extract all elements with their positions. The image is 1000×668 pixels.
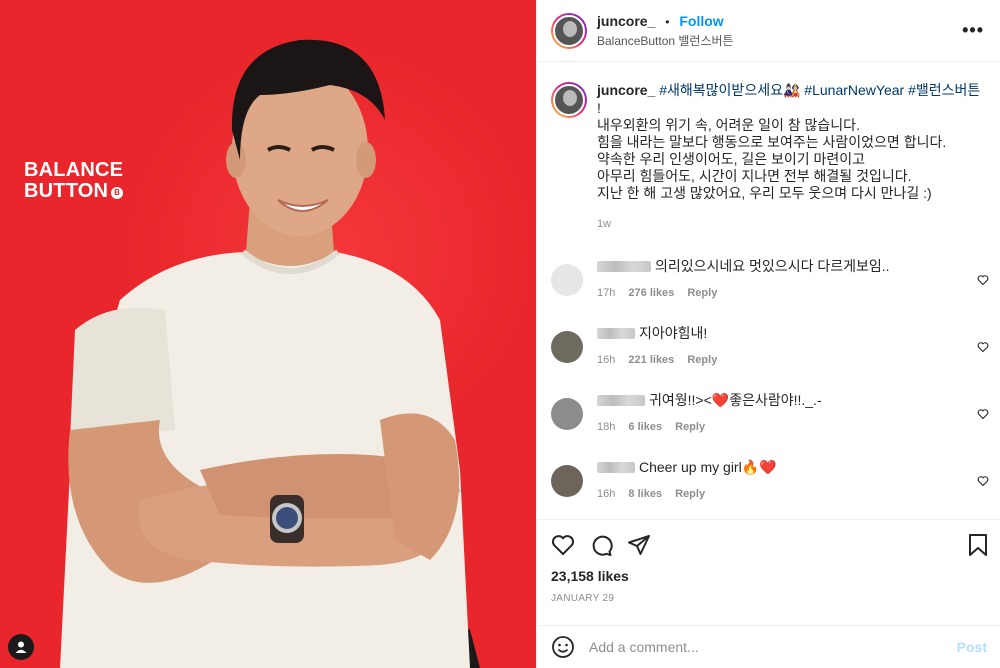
commenter-username[interactable]	[597, 394, 645, 406]
commenter-avatar[interactable]	[551, 331, 583, 363]
caption-line: 힘을 내라는 말보다 행동으로 보여주는 사람이었으면 합니다.	[597, 134, 947, 150]
like-heart-icon[interactable]	[551, 533, 575, 557]
heart-icon[interactable]	[977, 274, 989, 286]
more-icon: •••	[962, 20, 984, 40]
commenter-avatar[interactable]	[551, 398, 583, 430]
author-username[interactable]: juncore_	[597, 13, 655, 29]
commenter-username[interactable]	[597, 461, 635, 473]
add-comment-bar: Post	[537, 625, 1000, 668]
commenter-username[interactable]	[597, 260, 651, 272]
ear-left	[226, 142, 246, 178]
comment-item: 의리있으시네요 멋있으시다 다르게보임.. 17h 276 likes Repl…	[537, 244, 1000, 311]
comments-list: 의리있으시네요 멋있으시다 다르게보임.. 17h 276 likes Repl…	[537, 244, 1000, 512]
caption-line: 지난 한 해 고생 많았어요, 우리 모두 웃으며 다시 만나길 :)	[597, 185, 932, 201]
reply-button[interactable]: Reply	[675, 488, 705, 500]
person-illustration	[60, 39, 480, 668]
comment-text: 의리있으시네요 멋있으시다 다르게보임..	[655, 258, 890, 274]
share-paper-plane-icon[interactable]	[627, 533, 651, 557]
heart-icon[interactable]	[977, 341, 989, 353]
post-comment-button[interactable]: Post	[957, 639, 987, 655]
caption-emoji: 🎎	[782, 83, 801, 99]
heart-icon[interactable]	[977, 475, 989, 487]
heart-icon[interactable]	[977, 408, 989, 420]
caption-username[interactable]: juncore_	[597, 82, 655, 98]
commenter-avatar[interactable]	[551, 465, 583, 497]
watch-face	[276, 507, 298, 529]
post-caption: juncore_ #새해복많이받으세요🎎 #LunarNewYear #밸런스버…	[537, 62, 1000, 242]
user-icon	[15, 641, 27, 653]
post-dialog: BALANCE BUTTON B juncore_ • Follow Balan…	[0, 0, 1000, 668]
likes-count[interactable]: 23,158 likes	[551, 568, 989, 584]
comment-likes[interactable]: 6 likes	[628, 421, 662, 433]
post-date: JANUARY 29	[551, 593, 615, 604]
comment-item: Cheer up my girl🔥❤️ 16h 8 likes Reply	[537, 445, 1000, 512]
emoji-smiley-icon[interactable]	[551, 635, 575, 659]
reply-button[interactable]: Reply	[687, 287, 717, 299]
tagged-users-button[interactable]	[8, 634, 34, 660]
author-avatar[interactable]	[551, 12, 587, 49]
commenter-username[interactable]	[597, 327, 635, 339]
comment-item: 지아야힘내! 16h 221 likes Reply	[537, 311, 1000, 378]
reply-button[interactable]: Reply	[675, 421, 705, 433]
more-options-button[interactable]: •••	[962, 20, 984, 41]
comment-time[interactable]: 17h	[597, 287, 615, 299]
comment-text: Cheer up my girl🔥❤️	[639, 459, 777, 475]
caption-line: 내우외환의 위기 속, 어려운 일이 참 많습니다.	[597, 117, 860, 133]
post-sidebar: juncore_ • Follow BalanceButton 밸런스버튼 ••…	[536, 0, 1000, 668]
commenter-avatar[interactable]	[551, 264, 583, 296]
comment-time[interactable]: 16h	[597, 354, 615, 366]
follow-button[interactable]: Follow	[679, 13, 723, 29]
author-subline[interactable]: BalanceButton 밸런스버튼	[597, 32, 962, 49]
comment-likes[interactable]: 221 likes	[628, 354, 674, 366]
comment-likes[interactable]: 8 likes	[628, 488, 662, 500]
reply-button[interactable]: Reply	[687, 354, 717, 366]
comment-time[interactable]: 18h	[597, 421, 615, 433]
separator-dot: •	[665, 14, 670, 29]
post-actions: 23,158 likes JANUARY 29	[537, 519, 1000, 604]
comment-item: 귀여웡!!><❤️좋은사람야!!._.- 18h 6 likes Reply	[537, 378, 1000, 445]
caption-line: !	[597, 100, 601, 116]
hashtag-balance-button[interactable]: #밸런스버튼	[908, 82, 980, 98]
post-photo[interactable]: BALANCE BUTTON B	[0, 0, 536, 668]
bookmark-icon[interactable]	[967, 533, 989, 557]
comment-input[interactable]	[589, 639, 957, 655]
caption-line: 약속한 우리 인생이어도, 길은 보이기 마련이고	[597, 151, 866, 167]
comment-text: 지아야힘내!	[639, 325, 708, 341]
hashtag-lunar-new-year[interactable]: #LunarNewYear	[804, 82, 904, 98]
hashtag-new-year[interactable]: #새해복많이받으세요	[659, 82, 783, 98]
ear-right	[356, 142, 376, 178]
post-header: juncore_ • Follow BalanceButton 밸런스버튼 ••…	[537, 0, 1000, 62]
comment-likes[interactable]: 276 likes	[628, 287, 674, 299]
comment-text: 귀여웡!!><❤️좋은사람야!!._.-	[649, 392, 822, 408]
comment-bubble-icon[interactable]	[589, 533, 613, 557]
comment-time[interactable]: 16h	[597, 488, 615, 500]
caption-timestamp[interactable]: 1w	[597, 216, 980, 233]
caption-line: 아무리 힘들어도, 시간이 지나면 전부 해결될 것입니다.	[597, 168, 912, 184]
caption-avatar[interactable]	[551, 82, 587, 118]
